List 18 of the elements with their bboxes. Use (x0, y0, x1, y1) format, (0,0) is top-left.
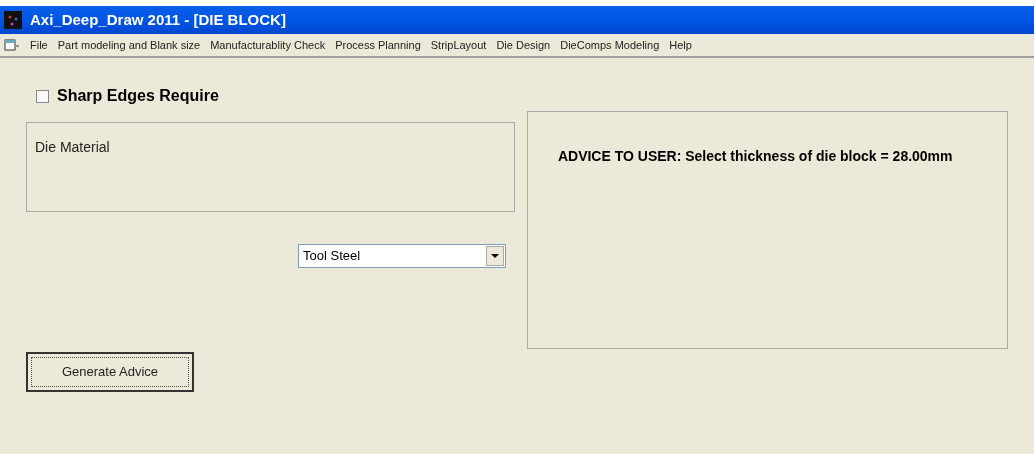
menu-item[interactable]: Die Design (496, 36, 551, 54)
menu-item[interactable]: StripLayout (430, 36, 487, 54)
menu-item[interactable]: Part modeling and Blank size (57, 36, 201, 54)
advice-text: ADVICE TO USER: Select thickness of die block = 28.00mm (557, 147, 954, 166)
group-label: Die Material (35, 139, 110, 155)
menu-item[interactable]: Process Planning (335, 36, 421, 54)
window-icon[interactable] (4, 38, 20, 52)
menu-item[interactable]: Help (669, 36, 692, 54)
menu-item[interactable]: DieComps Modeling (560, 36, 660, 54)
app-icon (4, 11, 22, 29)
generate-advice-button[interactable]: Generate Advice (26, 352, 194, 392)
material-dropdown[interactable]: Tool Steel (298, 244, 506, 268)
caret-icon (491, 254, 499, 258)
menu-item[interactable]: File (30, 36, 48, 54)
checkbox-label: Sharp Edges Require (57, 86, 219, 106)
window-title: Axi_Deep_Draw 2011 - [DIE BLOCK] (30, 9, 286, 30)
menu-item[interactable]: Manufacturablity Check (210, 36, 326, 54)
checkbox[interactable] (36, 89, 49, 103)
